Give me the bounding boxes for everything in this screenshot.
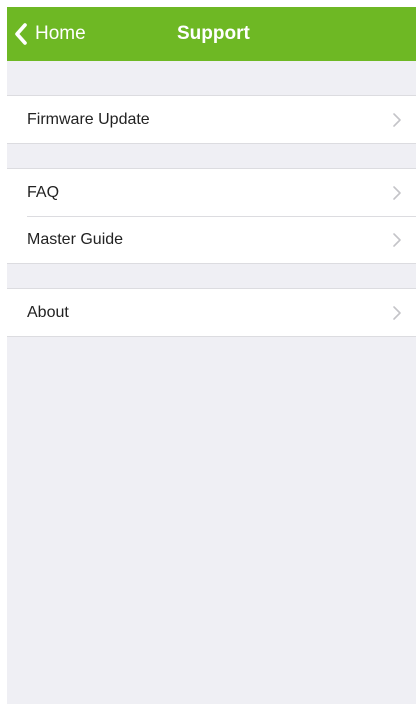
settings-group: Firmware Update (7, 95, 416, 144)
chevron-right-icon (392, 185, 402, 201)
list-item-label: About (27, 303, 69, 321)
list-item-about[interactable]: About (7, 289, 416, 336)
screen: Home Support Firmware Update FAQ Master … (0, 0, 416, 704)
list-item-firmware-update[interactable]: Firmware Update (7, 96, 416, 143)
support-screen: Home Support Firmware Update FAQ Master … (7, 7, 416, 704)
chevron-right-icon (392, 232, 402, 248)
navigation-bar: Home Support (7, 7, 416, 61)
list-item-label: Firmware Update (27, 110, 150, 128)
list-item-label: Master Guide (27, 230, 124, 248)
list-item-master-guide[interactable]: Master Guide (7, 216, 416, 263)
list-item-faq[interactable]: FAQ (7, 169, 416, 216)
help-group: FAQ Master Guide (7, 168, 416, 264)
back-button[interactable]: Home (13, 7, 86, 61)
chevron-right-icon (392, 305, 402, 321)
back-label: Home (35, 23, 86, 44)
about-group: About (7, 288, 416, 337)
list-item-label: FAQ (27, 183, 60, 201)
chevron-right-icon (392, 112, 402, 128)
page-title: Support (177, 23, 250, 44)
chevron-left-icon (13, 23, 29, 45)
